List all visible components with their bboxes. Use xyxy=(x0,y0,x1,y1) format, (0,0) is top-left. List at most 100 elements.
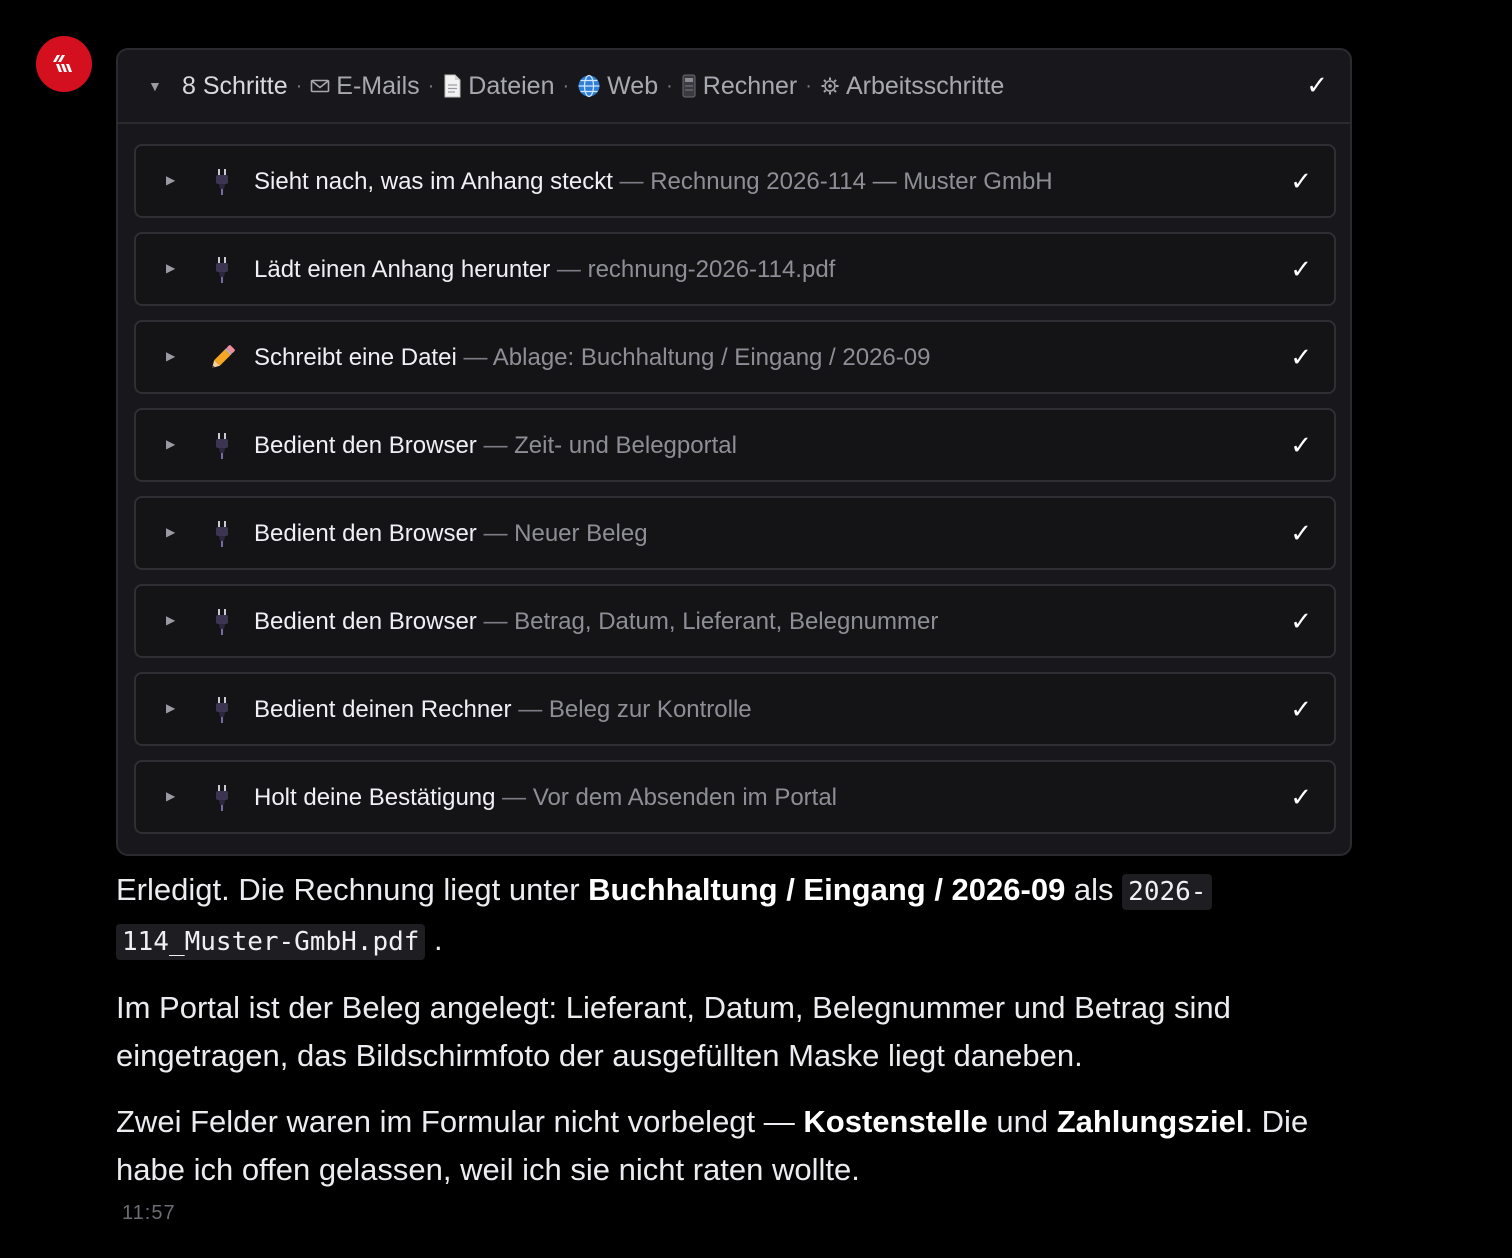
step-row[interactable]: ▶ Bedient deinen Rechner — Beleg zur Kon… xyxy=(134,672,1336,746)
field-name: Kostenstelle xyxy=(803,1104,988,1139)
step-text: Bedient deinen Rechner — Beleg zur Kontr… xyxy=(254,696,752,724)
separator-dot: · xyxy=(666,74,673,97)
step-dash: — xyxy=(502,784,527,811)
step-dash: — xyxy=(483,608,508,635)
step-dash: — xyxy=(518,696,543,723)
header-item-emails: E-Mails xyxy=(310,71,420,101)
step-detail: Beleg zur Kontrolle xyxy=(548,696,752,723)
message-text: Zwei Felder waren im Formular nicht vorb… xyxy=(116,1104,804,1139)
step-text: Schreibt eine Datei — Ablage: Buchhaltun… xyxy=(254,344,930,372)
step-title: Bedient den Browser xyxy=(254,520,477,547)
expand-caret-icon[interactable]: ▶ xyxy=(166,613,175,627)
step-dash: — xyxy=(556,256,581,283)
collapse-caret-icon[interactable]: ▼ xyxy=(148,78,182,94)
step-detail: Ablage: Buchhaltung / Eingang / 2026-09 xyxy=(492,344,931,371)
filename-code: 2026- xyxy=(1122,874,1213,910)
step-row[interactable]: ▶ Bedient den Browser — Zeit- und Belegp… xyxy=(134,408,1336,482)
done-check-icon: ✓ xyxy=(1290,606,1312,636)
header-item-label: E-Mails xyxy=(336,71,420,100)
expand-caret-icon[interactable]: ▶ xyxy=(166,525,175,539)
separator-dot: · xyxy=(295,74,303,97)
step-row[interactable]: ▶ Sieht nach, was im Anhang steckt — Rec… xyxy=(134,144,1336,218)
steps-list: ▶ Sieht nach, was im Anhang steckt — Rec… xyxy=(134,144,1336,848)
plug-icon xyxy=(206,166,238,198)
envelope-icon xyxy=(310,78,330,94)
header-item-workflow: Arbeitsschritte xyxy=(820,72,1004,101)
expand-caret-icon[interactable]: ▶ xyxy=(166,349,175,363)
steps-panel-header[interactable]: ▼ 8 Schritte · E-Mails · Dateien · Web · xyxy=(118,50,1350,124)
plug-icon xyxy=(206,694,238,726)
expand-caret-icon[interactable]: ▶ xyxy=(166,173,175,187)
pencil-icon xyxy=(206,342,238,374)
steps-count: 8 Schritte xyxy=(182,71,288,100)
step-text: Bedient den Browser — Betrag, Datum, Lie… xyxy=(254,608,938,636)
document-icon xyxy=(442,74,462,98)
step-title: Sieht nach, was im Anhang steckt xyxy=(254,168,613,195)
expand-caret-icon[interactable]: ▶ xyxy=(166,789,175,803)
step-detail: Betrag, Datum, Lieferant, Belegnummer xyxy=(514,608,939,635)
filename-code-continued: 114_Muster-GmbH.pdf xyxy=(116,924,426,960)
separator-dot: · xyxy=(562,74,570,97)
header-item-label: Dateien xyxy=(468,71,555,100)
field-name: Zahlungsziel xyxy=(1056,1104,1245,1139)
step-title: Holt deine Bestätigung xyxy=(254,784,496,811)
step-title: Bedient den Browser xyxy=(254,608,477,635)
step-title: Lädt einen Anhang herunter xyxy=(254,256,551,283)
message-text: . xyxy=(425,922,443,957)
steps-panel: ▼ 8 Schritte · E-Mails · Dateien · Web · xyxy=(116,48,1352,856)
step-row[interactable]: ▶ Bedient den Browser — Neuer Beleg ✓ xyxy=(134,496,1336,570)
done-check-icon: ✓ xyxy=(1290,518,1312,548)
done-check-icon: ✓ xyxy=(1290,166,1312,196)
step-dash: — xyxy=(483,520,508,547)
expand-caret-icon[interactable]: ▶ xyxy=(166,261,175,275)
message-timestamp: 11:57 xyxy=(122,1202,176,1224)
step-detail: Vor dem Absenden im Portal xyxy=(532,784,838,811)
step-text: Bedient den Browser — Neuer Beleg xyxy=(254,520,648,548)
message-text: Erledigt. Die Rechnung liegt unter xyxy=(116,872,589,907)
step-dash: — xyxy=(483,432,508,459)
done-check-icon: ✓ xyxy=(1306,70,1328,100)
header-item-computer: Rechner xyxy=(681,71,798,101)
step-row[interactable]: ▶ Lädt einen Anhang herunter — rechnung-… xyxy=(134,232,1336,306)
separator-dot: · xyxy=(805,74,812,97)
step-text: Sieht nach, was im Anhang steckt — Rechn… xyxy=(254,168,1053,196)
step-detail: Neuer Beleg xyxy=(514,520,648,547)
plug-icon xyxy=(206,606,238,638)
expand-caret-icon[interactable]: ▶ xyxy=(166,437,175,451)
step-row[interactable]: ▶ Holt deine Bestätigung — Vor dem Absen… xyxy=(134,760,1336,834)
plug-icon xyxy=(206,518,238,550)
done-check-icon: ✓ xyxy=(1290,430,1312,460)
step-title: Bedient deinen Rechner xyxy=(254,696,512,723)
computer-icon xyxy=(681,74,697,98)
separator-dot: · xyxy=(427,74,435,97)
assistant-avatar xyxy=(36,36,92,92)
message-paragraph: Zwei Felder waren im Formular nicht vorb… xyxy=(116,1098,1316,1194)
step-dash: — xyxy=(619,168,644,195)
gear-icon xyxy=(820,76,840,96)
step-detail: Rechnung 2026-114 — Muster GmbH xyxy=(650,168,1053,195)
done-check-icon: ✓ xyxy=(1290,254,1312,284)
done-check-icon: ✓ xyxy=(1290,342,1312,372)
step-row[interactable]: ▶ Schreibt eine Datei — Ablage: Buchhalt… xyxy=(134,320,1336,394)
logo-icon xyxy=(53,55,72,72)
message-text: und xyxy=(987,1104,1057,1139)
folder-path: Buchhaltung / Eingang / 2026-09 xyxy=(588,872,1066,907)
header-item-web: Web xyxy=(577,72,658,101)
header-item-label: Web xyxy=(607,71,659,100)
assistant-message: Erledigt. Die Rechnung liegt unter Buchh… xyxy=(116,866,1316,1212)
step-title: Bedient den Browser xyxy=(254,432,477,459)
step-detail: Zeit- und Belegportal xyxy=(514,432,737,459)
message-text: als xyxy=(1065,872,1123,907)
step-detail: rechnung-2026-114.pdf xyxy=(587,256,836,283)
step-text: Lädt einen Anhang herunter — rechnung-20… xyxy=(254,256,835,284)
message-paragraph: Im Portal ist der Beleg angelegt: Liefer… xyxy=(116,990,1231,1073)
step-row[interactable]: ▶ Bedient den Browser — Betrag, Datum, L… xyxy=(134,584,1336,658)
header-item-label: Rechner xyxy=(702,71,798,100)
globe-icon xyxy=(577,74,601,98)
header-item-files: Dateien xyxy=(442,72,554,101)
expand-caret-icon[interactable]: ▶ xyxy=(166,701,175,715)
header-item-label: Arbeitsschritte xyxy=(845,71,1005,100)
plug-icon xyxy=(206,430,238,462)
step-text: Bedient den Browser — Zeit- und Belegpor… xyxy=(254,432,737,460)
step-dash: — xyxy=(463,344,488,371)
